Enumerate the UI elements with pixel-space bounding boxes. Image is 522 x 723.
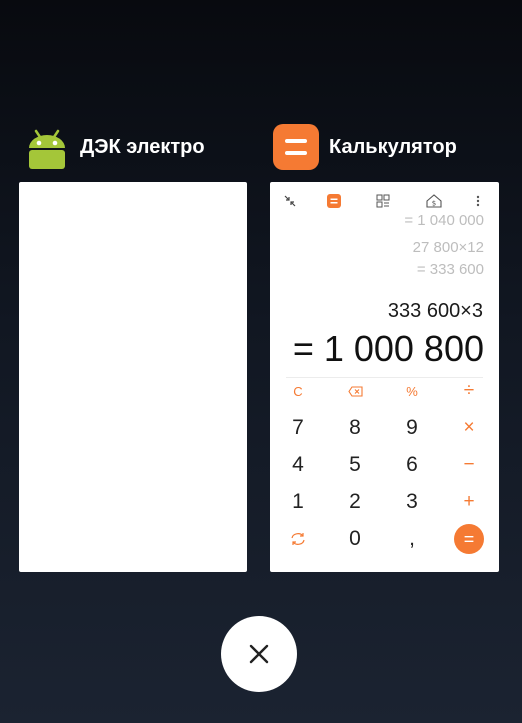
equals-button[interactable]: =	[454, 524, 484, 554]
calculator-icon	[273, 124, 319, 170]
multiply-button[interactable]: ×	[449, 413, 489, 443]
clear-button[interactable]: C	[278, 376, 318, 406]
digit-0-button[interactable]: 0	[335, 524, 375, 554]
digit-2-button[interactable]: 2	[335, 487, 375, 517]
digit-5-button[interactable]: 5	[335, 450, 375, 480]
close-icon	[249, 644, 269, 664]
history-line: = 333 600	[416, 261, 484, 278]
recent-app-header-calculator[interactable]: Калькулятор	[273, 124, 457, 170]
currency-icon[interactable]: $	[425, 192, 443, 210]
digit-1-button[interactable]: 1	[278, 487, 318, 517]
backspace-button[interactable]	[335, 376, 375, 406]
digit-8-button[interactable]: 8	[335, 413, 375, 443]
backspace-icon	[347, 385, 363, 397]
close-all-button[interactable]	[221, 616, 297, 692]
app-name-calculator: Калькулятор	[329, 135, 457, 158]
digit-7-button[interactable]: 7	[278, 413, 318, 443]
minus-button[interactable]: −	[449, 450, 489, 480]
comma-button[interactable]: ,	[392, 524, 432, 554]
app-snapshot-calculator[interactable]: $ = 1 040 000 27 800×12 = 333 600 333 60…	[270, 182, 499, 572]
digit-6-button[interactable]: 6	[392, 450, 432, 480]
collapse-icon[interactable]	[281, 192, 299, 210]
digit-3-button[interactable]: 3	[392, 487, 432, 517]
history-line: = 1 040 000	[404, 212, 484, 229]
divide-button[interactable]: ÷	[449, 376, 489, 406]
plus-button[interactable]: +	[449, 487, 489, 517]
android-icon	[29, 129, 65, 169]
svg-text:$: $	[432, 200, 436, 208]
recent-app-header-dek[interactable]: ДЭК электро	[24, 124, 205, 170]
app-name-dek: ДЭК электро	[80, 135, 205, 158]
digit-4-button[interactable]: 4	[278, 450, 318, 480]
app-snapshot-dek[interactable]	[19, 182, 247, 572]
calculator-toolbar: $	[270, 190, 499, 210]
converter-icon[interactable]	[374, 192, 392, 210]
result-display: = 1 000 800	[292, 328, 484, 369]
swap-icon	[291, 533, 305, 545]
percent-button[interactable]: %	[392, 376, 432, 406]
current-expression: 333 600×3	[387, 300, 483, 322]
digit-9-button[interactable]: 9	[392, 413, 432, 443]
history-line: 27 800×12	[412, 239, 484, 256]
swap-button[interactable]	[278, 524, 318, 554]
calculator-mode-icon[interactable]	[325, 192, 343, 210]
more-icon[interactable]	[469, 192, 487, 210]
